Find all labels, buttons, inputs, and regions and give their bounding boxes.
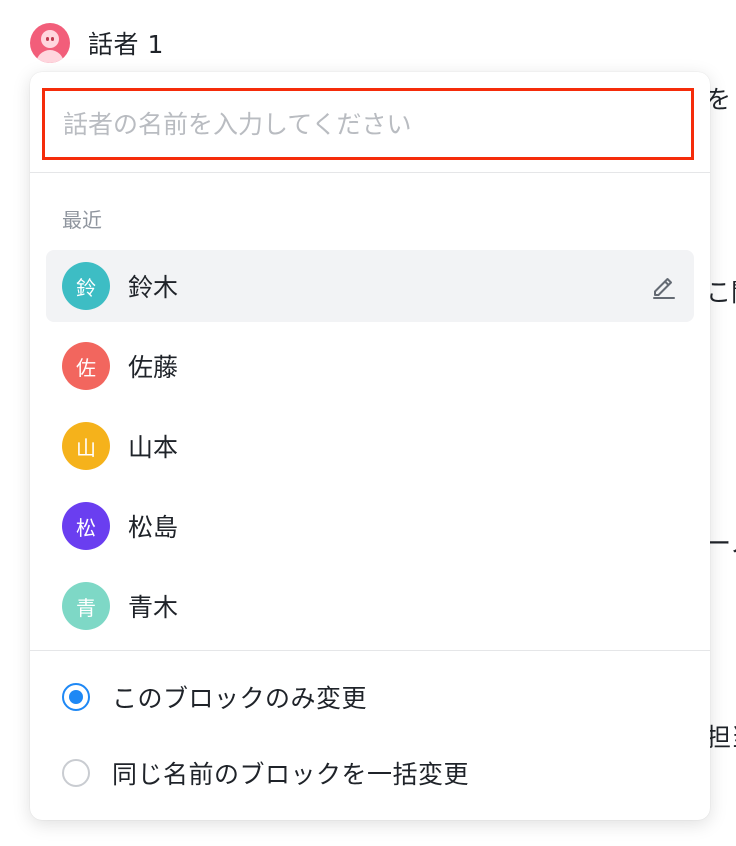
speaker-item-name: 青木 <box>128 593 179 622</box>
speaker-name-input[interactable] <box>45 91 691 157</box>
recent-speaker-list: 鈴 鈴木 佐 佐藤 山 山本 松 松島 青 青木 <box>46 250 694 650</box>
pencil-icon <box>653 278 675 299</box>
speaker-header[interactable]: 話者 1 <box>30 22 164 64</box>
speaker-avatar: 松 <box>62 502 110 550</box>
edit-speaker-button[interactable] <box>648 270 680 302</box>
background-text: こ関 <box>706 278 736 307</box>
background-text: 担当 <box>706 723 736 752</box>
speaker-avatar: 鈴 <box>62 262 110 310</box>
divider <box>30 172 710 173</box>
recent-speaker-item[interactable]: 佐 佐藤 <box>46 330 694 402</box>
speaker-item-name: 佐藤 <box>128 353 179 382</box>
speaker-avatar: 佐 <box>62 342 110 390</box>
speaker-avatar: 山 <box>62 422 110 470</box>
recent-speaker-item[interactable]: 山 山本 <box>46 410 694 482</box>
option-change-all-same-name[interactable]: 同じ名前のブロックを一括変更 <box>62 753 469 793</box>
recent-section-label: 最近 <box>62 208 102 232</box>
speaker-item-name: 山本 <box>128 433 179 462</box>
speaker-item-name: 松島 <box>128 513 179 542</box>
option-label: このブロックのみ変更 <box>112 684 368 713</box>
speaker-rename-popup: 最近 鈴 鈴木 佐 佐藤 山 山本 <box>30 72 710 820</box>
recent-speaker-item[interactable]: 青 青木 <box>46 570 694 642</box>
divider <box>30 650 710 651</box>
speaker-name: 話者 1 <box>88 30 164 59</box>
option-this-block-only[interactable]: このブロックのみ変更 <box>62 677 367 717</box>
speaker-avatar: 青 <box>62 582 110 630</box>
option-label: 同じ名前のブロックを一括変更 <box>112 760 470 789</box>
recent-speaker-item[interactable]: 鈴 鈴木 <box>46 250 694 322</box>
radio-checked[interactable] <box>62 683 90 711</box>
person-avatar-icon <box>30 23 70 63</box>
speaker-item-name: 鈴木 <box>128 273 179 302</box>
background-text: ーノ <box>706 529 736 558</box>
speaker-name-input-highlight <box>42 88 694 160</box>
radio-unchecked[interactable] <box>62 759 90 787</box>
page: を こ関 ーノ 担当 話者 1 最近 鈴 鈴木 <box>0 0 736 846</box>
recent-speaker-item[interactable]: 松 松島 <box>46 490 694 562</box>
